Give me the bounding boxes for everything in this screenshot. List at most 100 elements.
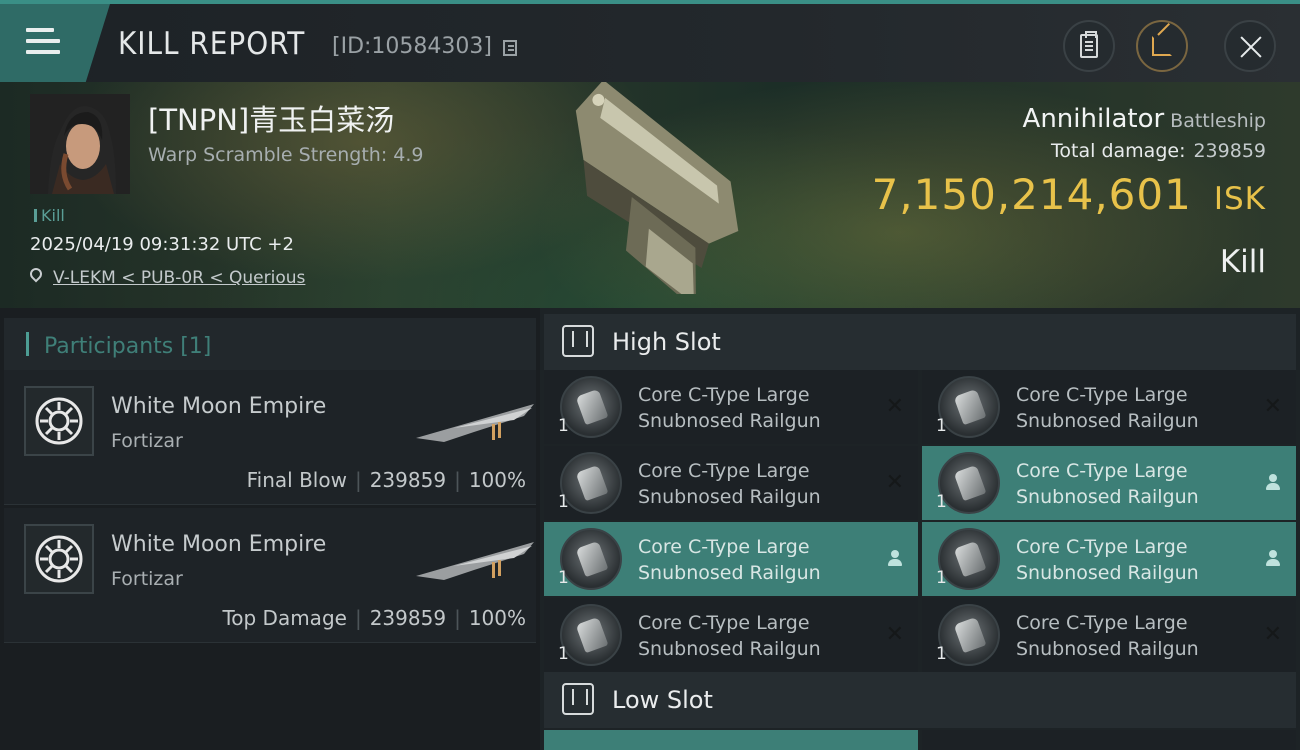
participant-damage: 239859 [369, 606, 447, 630]
module-quantity: 1 [936, 644, 947, 664]
module-quantity: 1 [936, 492, 947, 512]
participant-card[interactable]: White Moon Empire Fortizar Top Damage | 23… [4, 508, 536, 643]
fitting-panel: High Slot 1 Core C-Type Large Snubnosed R… [540, 308, 1300, 750]
module-name: Core C-Type Large Snubnosed Railgun [1016, 612, 1199, 660]
low-slot-header: Low Slot [544, 672, 1296, 728]
module-quantity: 1 [936, 416, 947, 436]
railgun-icon [560, 528, 622, 590]
participant-stats: Final Blow | 239859 | 100% [246, 468, 526, 492]
top-bar: KILL REPORT [ID:10584303] [0, 0, 1300, 82]
result-label: Kill [1219, 244, 1266, 280]
person-icon [888, 550, 902, 566]
low-slot-module[interactable] [544, 730, 918, 750]
ship-type[interactable]: Annihilator Battleship [1023, 104, 1266, 134]
kill-tag: Kill [34, 206, 65, 225]
high-slot-module[interactable]: 1 Core C-Type Large Snubnosed Railgun ✕ [922, 370, 1296, 444]
slot-icon [562, 325, 594, 357]
page-title: KILL REPORT [118, 26, 306, 62]
person-icon [1266, 550, 1280, 566]
module-quantity: 1 [558, 492, 569, 512]
module-quantity: 1 [558, 644, 569, 664]
participant-damage: 239859 [369, 468, 447, 492]
low-slot-module[interactable] [922, 730, 1296, 750]
high-slot-module[interactable]: 1 Core C-Type Large Snubnosed Railgun ✕ [544, 446, 918, 520]
module-quantity: 1 [558, 568, 569, 588]
clipboard-button[interactable] [1063, 20, 1115, 72]
victim-ship-image [575, 82, 739, 294]
participant-ship-image [416, 542, 534, 580]
high-slot-module[interactable]: 1 Core C-Type Large Snubnosed Railgun ✕ [544, 370, 918, 444]
isk-unit: ISK [1213, 181, 1266, 217]
x-icon: ✕ [885, 470, 904, 495]
high-slot-module[interactable]: 1 Core C-Type Large Snubnosed Railgun ✕ [544, 598, 918, 672]
railgun-icon [938, 452, 1000, 514]
x-icon: ✕ [1263, 394, 1282, 419]
isk-amount: 7,150,214,601 [871, 170, 1192, 219]
participants-panel: Participants [1] White Moon Empire Forti… [0, 308, 540, 750]
high-slot-header: High Slot [544, 314, 1296, 370]
share-icon [1152, 36, 1172, 56]
total-damage-label: Total damage: [1051, 140, 1186, 162]
module-name: Core C-Type Large Snubnosed Railgun [638, 536, 821, 584]
menu-icon [26, 28, 60, 54]
module-name: Core C-Type Large Snubnosed Railgun [638, 384, 821, 432]
module-name: Core C-Type Large Snubnosed Railgun [1016, 384, 1199, 432]
x-icon: ✕ [885, 622, 904, 647]
participants-title: Participants [1] [44, 334, 212, 359]
slot-icon [562, 683, 594, 715]
module-name: Core C-Type Large Snubnosed Railgun [1016, 536, 1199, 584]
total-damage: Total damage: 239859 [1051, 140, 1266, 162]
close-button[interactable] [1224, 20, 1276, 72]
pilot-avatar[interactable] [30, 94, 130, 194]
module-quantity: 1 [558, 416, 569, 436]
high-slot-module[interactable]: 1 Core C-Type Large Snubnosed Railgun [922, 446, 1296, 520]
module-name: Core C-Type Large Snubnosed Railgun [638, 612, 821, 660]
ship-class: Battleship [1170, 110, 1266, 132]
participant-ship: Fortizar [111, 568, 183, 590]
total-damage-value: 239859 [1193, 140, 1266, 162]
participant-percent: 100% [468, 606, 526, 630]
participant-stats: Top Damage | 239859 | 100% [222, 606, 526, 630]
corp-name: White Moon Empire [111, 532, 327, 557]
copy-icon[interactable] [503, 40, 517, 56]
victim-banner: [TNPN]青玉白菜汤 Warp Scramble Strength: 4.9 … [0, 82, 1300, 308]
location-link[interactable]: V-LEKM < PUB-0R < Querious [53, 268, 305, 288]
participant-percent: 100% [468, 468, 526, 492]
corp-name: White Moon Empire [111, 394, 327, 419]
participants-header: Participants [1] [4, 318, 536, 370]
isk-value: 7,150,214,601 ISK [872, 170, 1266, 219]
high-slot-module[interactable]: 1 Core C-Type Large Snubnosed Railgun [922, 522, 1296, 596]
warp-scramble-strength: Warp Scramble Strength: 4.9 [148, 144, 424, 166]
participant-ship: Fortizar [111, 430, 183, 452]
pilot-name[interactable]: [TNPN]青玉白菜汤 [148, 97, 394, 139]
railgun-icon [560, 604, 622, 666]
high-slot-label: High Slot [612, 328, 721, 356]
high-slot-module[interactable]: 1 Core C-Type Large Snubnosed Railgun ✕ [922, 598, 1296, 672]
high-slot-module[interactable]: 1 Core C-Type Large Snubnosed Railgun [544, 522, 918, 596]
module-quantity: 1 [936, 568, 947, 588]
clipboard-icon [1080, 31, 1098, 58]
report-id: [ID:10584303] [332, 34, 492, 59]
corp-logo-icon [24, 386, 94, 456]
railgun-icon [938, 376, 1000, 438]
participant-card[interactable]: White Moon Empire Fortizar Final Blow | 23… [4, 370, 536, 505]
x-icon: ✕ [885, 394, 904, 419]
railgun-icon [560, 376, 622, 438]
railgun-icon [938, 604, 1000, 666]
participant-role: Top Damage [222, 606, 347, 630]
module-name: Core C-Type Large Snubnosed Railgun [1016, 460, 1199, 508]
person-icon [1266, 474, 1280, 490]
share-button[interactable] [1136, 20, 1188, 72]
ship-name: Annihilator [1022, 104, 1165, 134]
menu-button[interactable] [0, 4, 110, 82]
kill-datetime: 2025/04/19 09:31:32 UTC +2 [30, 234, 294, 255]
location-pin-icon [27, 265, 45, 283]
railgun-icon [938, 528, 1000, 590]
corp-logo-icon [24, 524, 94, 594]
participant-role: Final Blow [246, 468, 347, 492]
participant-ship-image [416, 404, 534, 442]
low-slot-label: Low Slot [612, 686, 713, 714]
module-name: Core C-Type Large Snubnosed Railgun [638, 460, 821, 508]
railgun-icon [560, 452, 622, 514]
x-icon: ✕ [1263, 622, 1282, 647]
